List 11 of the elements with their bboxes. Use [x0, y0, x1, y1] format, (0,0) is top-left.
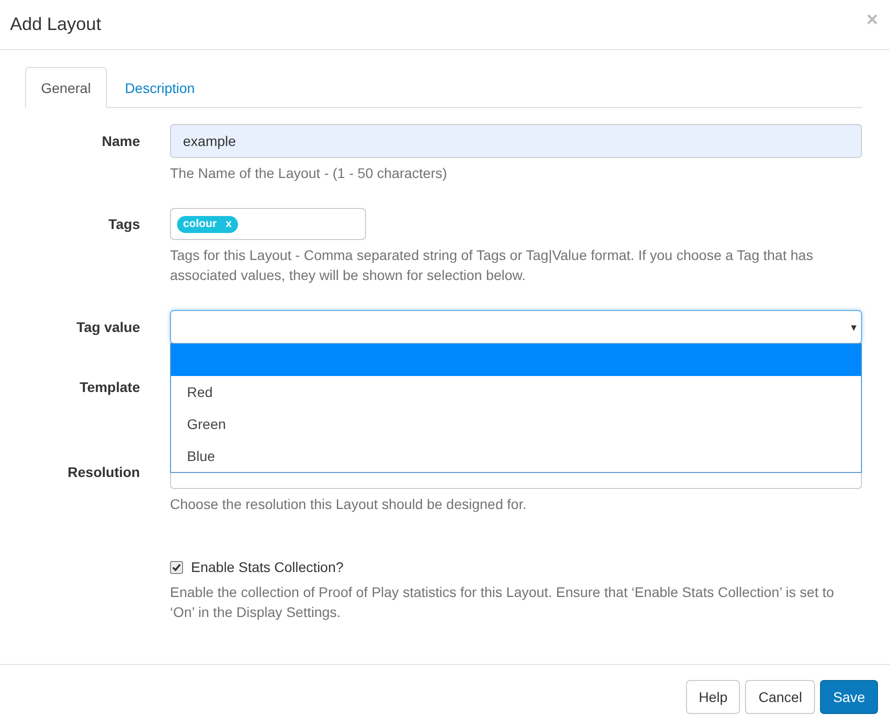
dialog-title: Add Layout	[10, 14, 102, 35]
help-text: Choose the resolution this Layout should be designed for.	[170, 495, 528, 514]
field-label: Template	[78, 378, 140, 397]
field-label: Resolution	[66, 463, 140, 482]
field-label: Name	[100, 132, 140, 151]
help-text: Enable the collection of Proof of Play statistics for this Layout. Ensure that ‘Enable Stats Collection’ is set to ‘On’ in the Display Settings.	[170, 583, 836, 622]
field-label: Tags	[107, 215, 140, 234]
help-text: Tags for this Layout - Comma separated string of Tags or Tag|Value format. If you choose a Tag that has associated values, they will be shown for selection below.	[170, 246, 814, 285]
help-text: The Name of the Layout - (1 - 50 characters)	[170, 164, 448, 183]
caret-icon: ▾	[851, 320, 857, 334]
field-label: Tag value	[75, 318, 140, 337]
